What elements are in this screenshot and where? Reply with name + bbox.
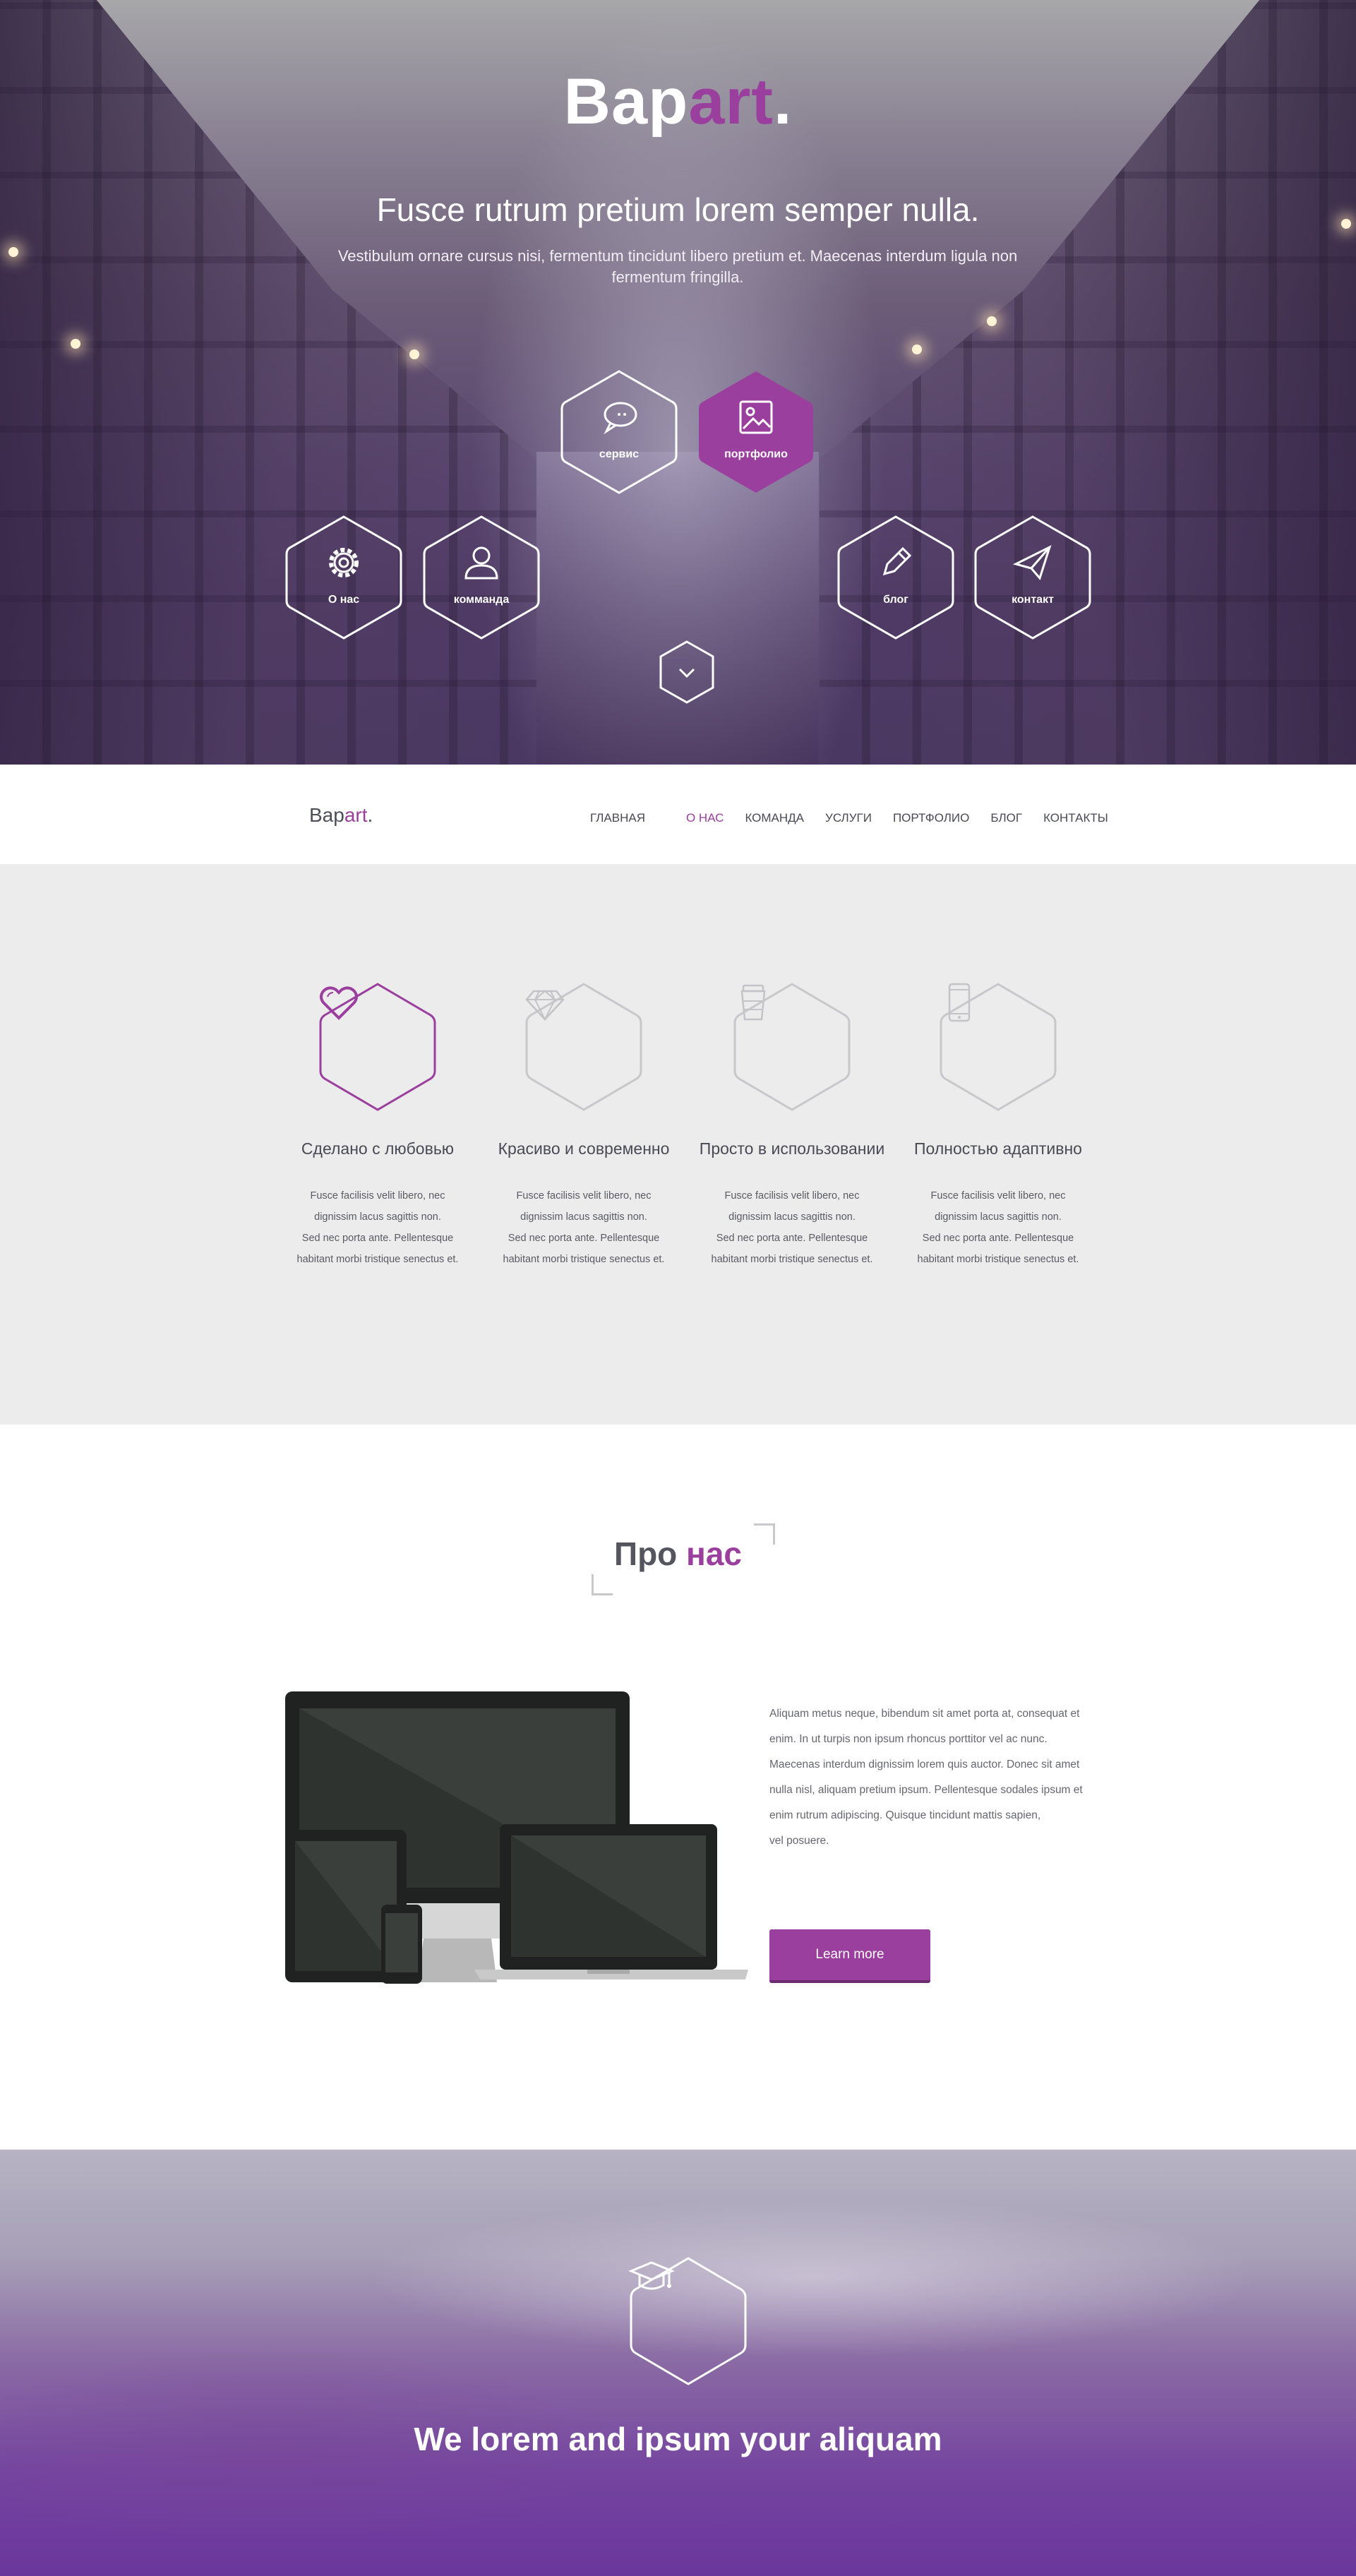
feature-title: Сделано с любовью [301, 1139, 455, 1158]
hero-title: Fusce rutrum pretium lorem semper nulla. [376, 191, 980, 228]
nav-item-services[interactable]: УСЛУГИ [825, 811, 872, 825]
features-section: Сделано с любовью Fusce facilisis velit … [0, 865, 1356, 1425]
nav-item-about[interactable]: О НАС [686, 811, 724, 825]
speech-bubble-icon [604, 402, 637, 435]
feature-easy-to-use: Просто в использовании Fusce facilisis v… [697, 981, 887, 1270]
nav-menu: ГЛАВНАЯ О НАС КОМАНДА УСЛУГИ ПОРТФОЛИО Б… [590, 811, 1129, 825]
nav-item-blog[interactable]: БЛОГ [990, 811, 1022, 825]
diamond-icon [525, 990, 565, 1022]
devices-illustration [285, 1691, 748, 1984]
phone-icon [948, 983, 971, 1022]
heading-corner-decoration [592, 1574, 613, 1595]
street-lamp [912, 345, 922, 354]
feature-text: Fusce facilisis velit libero, nec digniss… [711, 1190, 873, 1265]
hero-section: Bapart. Fusce rutrum pretium lorem sempe… [0, 0, 1356, 765]
feature-title: Просто в использовании [699, 1139, 885, 1158]
hex-menu-label: сервис [599, 448, 640, 460]
feature-title: Красиво и современно [498, 1139, 670, 1158]
education-banner: We lorem and ipsum your aliquam [0, 2150, 1356, 2576]
education-tagline: We lorem and ipsum your aliquam [414, 2421, 942, 2457]
feature-text: Fusce facilisis velit libero, nec digniss… [503, 1190, 665, 1265]
hero-subtitle: Vestibulum ornare cursus nisi, fermentum… [337, 247, 1018, 286]
chevron-down-icon [678, 668, 695, 678]
feature-hexagon [938, 981, 1058, 1113]
nav-item-home[interactable]: ГЛАВНАЯ [590, 811, 645, 825]
feature-made-with-love: Сделано с любовью Fusce facilisis velit … [282, 981, 473, 1270]
about-text: Aliquam metus neque, bibendum sit amet p… [769, 1708, 1083, 1847]
cup-icon [740, 984, 766, 1021]
nav-item-portfolio[interactable]: ПОРТФОЛИО [893, 811, 969, 825]
hex-menu-portfolio[interactable]: портфолио [696, 369, 816, 496]
nav-item-contacts[interactable]: КОНТАКТЫ [1043, 811, 1108, 825]
paper-plane-icon [1012, 545, 1052, 581]
nav-logo[interactable]: Bapart. [309, 804, 373, 827]
hex-menu-label: контакт [1012, 594, 1054, 606]
scroll-down-button[interactable] [656, 640, 717, 705]
hex-menu-label: комманда [453, 594, 510, 606]
street-lamp [8, 247, 18, 257]
hex-menu-team[interactable]: комманда [421, 514, 541, 641]
education-hexagon [628, 2256, 748, 2387]
hex-menu-about[interactable]: О нас [284, 514, 404, 641]
learn-more-button[interactable]: Learn more [769, 1929, 930, 1983]
hex-menu-service[interactable]: сервис [559, 369, 679, 496]
street-lamp [987, 316, 997, 326]
gear-icon [329, 548, 359, 577]
hex-menu-blog[interactable]: блог [836, 514, 956, 641]
feature-title: Полностью адаптивно [914, 1139, 1082, 1158]
image-icon [739, 400, 773, 434]
feature-hexagon [318, 981, 438, 1113]
feature-beautiful-modern: Красиво и современно Fusce facilisis vel… [488, 981, 679, 1270]
feature-fully-responsive: Полностью адаптивно Fusce facilisis veli… [903, 981, 1093, 1270]
heart-icon [320, 986, 358, 1020]
user-icon [464, 546, 498, 580]
feature-hexagon [732, 981, 852, 1113]
hex-menu-label: блог [883, 594, 908, 606]
hero-canal [536, 452, 819, 765]
pencil-icon [882, 546, 912, 576]
hex-menu-label: О нас [328, 594, 360, 606]
about-heading: Про нас [614, 1535, 742, 1572]
graduation-cap-icon [628, 2261, 675, 2290]
main-navbar: Bapart. ГЛАВНАЯ О НАС КОМАНДА УСЛУГИ ПОР… [0, 765, 1356, 865]
street-lamp [71, 339, 80, 349]
feature-hexagon [524, 981, 644, 1113]
hex-menu-contact[interactable]: контакт [973, 514, 1093, 641]
feature-text: Fusce facilisis velit libero, nec digniss… [917, 1190, 1079, 1265]
feature-text: Fusce facilisis velit libero, nec digniss… [296, 1190, 459, 1265]
street-lamp [409, 349, 419, 359]
hero-logo: Bapart. [563, 66, 793, 138]
about-section: Про нас Aliquam metus neque, bibendum si… [0, 1425, 1356, 2150]
nav-item-team[interactable]: КОМАНДА [745, 811, 804, 825]
hex-menu-label: портфолио [724, 448, 788, 460]
